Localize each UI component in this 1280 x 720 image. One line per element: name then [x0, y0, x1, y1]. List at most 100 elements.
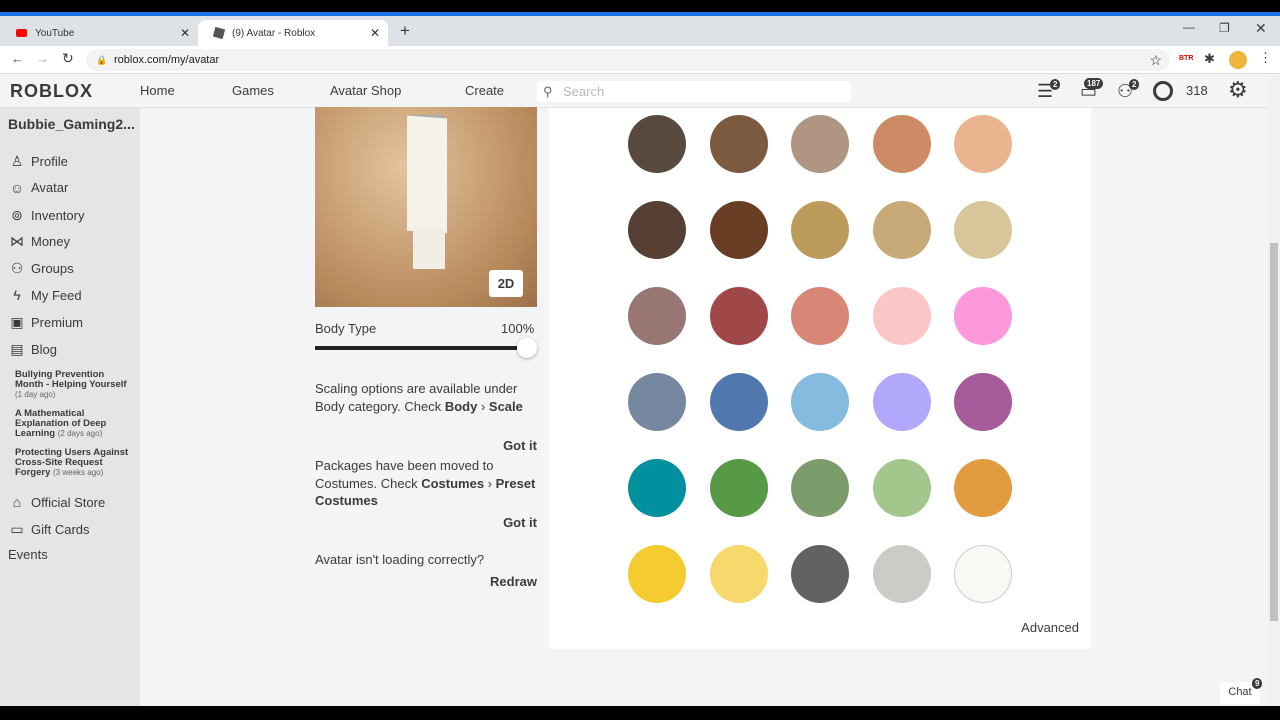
scrollbar-thumb[interactable] — [1270, 243, 1278, 621]
skin-tone-swatch[interactable] — [628, 201, 686, 259]
skin-tone-swatch[interactable] — [791, 373, 849, 431]
scaling-path-scale: Scale — [488, 398, 523, 414]
skin-tone-swatch[interactable] — [954, 115, 1012, 173]
sidebar-item-my-feed[interactable]: ϟ My Feed — [8, 287, 81, 303]
sidebar-item-avatar[interactable]: ☺ Avatar — [8, 180, 69, 196]
skin-tone-swatch[interactable] — [954, 287, 1012, 345]
sidebar: Bubbie_Gaming2... ♙ Profile ☺ Avatar ⊚ Invent… — [0, 108, 140, 720]
skin-tone-swatch[interactable] — [628, 115, 686, 173]
tab-strip: YouTube ✕ (9) Avatar - Roblox ✕ + — ❐ ✕ — [0, 16, 1280, 46]
nav-create[interactable]: Create — [465, 83, 504, 98]
roblox-logo[interactable]: ROBLOX — [10, 81, 93, 102]
search-input[interactable]: ⚲ Search — [537, 81, 851, 102]
star-icon[interactable]: ☆ — [1149, 49, 1162, 71]
advanced-button[interactable]: Advanced — [1021, 620, 1079, 635]
skin-tone-swatch[interactable] — [791, 115, 849, 173]
got-it-button-2[interactable]: Got it — [315, 515, 537, 530]
tab-roblox[interactable]: (9) Avatar - Roblox ✕ — [198, 20, 388, 46]
skin-tone-swatch[interactable] — [954, 545, 1012, 603]
skin-tone-swatch[interactable] — [872, 459, 931, 517]
slider-knob[interactable] — [517, 338, 537, 358]
store-icon: ⌂ — [12, 494, 22, 510]
sidebar-item-money[interactable]: ⋈ Money — [8, 233, 70, 250]
blog-post-age: (2 days ago) — [57, 429, 103, 438]
skin-tone-swatch[interactable] — [872, 545, 931, 603]
new-tab-icon[interactable]: + — [400, 21, 410, 41]
blog-post-link[interactable]: Bullying Prevention Month - Helping Your… — [15, 370, 130, 400]
extensions-icon[interactable]: ✱ — [1204, 51, 1215, 67]
skin-tone-swatch[interactable] — [628, 545, 686, 603]
skin-tone-swatch[interactable] — [791, 201, 849, 259]
sidebar-item-blog[interactable]: ▤ Blog — [8, 341, 57, 358]
avatar-body — [407, 115, 447, 234]
nav-home[interactable]: Home — [140, 83, 175, 98]
skin-tone-swatch[interactable] — [791, 545, 849, 603]
blog-post-link[interactable]: A Mathematical Explanation of Deep Learn… — [15, 409, 130, 439]
skin-tone-swatch[interactable] — [791, 459, 849, 517]
btr-extension[interactable]: BTR — [1179, 55, 1193, 62]
sidebar-item-label: Avatar — [31, 180, 69, 196]
reload-icon[interactable]: ↻ — [62, 50, 74, 67]
blog-post-title: Bullying Prevention Month - Helping Your… — [15, 369, 127, 390]
avatar-legs — [413, 227, 445, 269]
blog-post-age: (3 weeks ago) — [53, 468, 104, 477]
skin-tone-swatch[interactable] — [709, 287, 768, 345]
sidebar-item-inventory[interactable]: ⊚ Inventory — [8, 207, 84, 224]
skin-tone-swatch[interactable] — [628, 373, 686, 431]
sidebar-item-profile[interactable]: ♙ Profile — [8, 153, 68, 170]
settings-gear-icon[interactable]: ⚙ — [1228, 77, 1248, 103]
sidebar-events[interactable]: Events — [8, 547, 48, 562]
skin-tone-swatch[interactable] — [709, 201, 768, 259]
skin-tone-swatch[interactable] — [628, 459, 686, 517]
redraw-button[interactable]: Redraw — [315, 574, 537, 589]
skin-tone-swatch[interactable] — [872, 115, 931, 173]
robux-icon[interactable] — [1153, 81, 1173, 101]
skin-tone-swatch[interactable] — [709, 115, 768, 173]
skin-tone-swatch[interactable] — [872, 287, 931, 345]
feed-icon: ϟ — [13, 287, 21, 303]
sidebar-item-groups[interactable]: ⚇ Groups — [8, 260, 74, 277]
sidebar-item-official-store[interactable]: ⌂ Official Store — [8, 494, 105, 510]
body-type-slider[interactable] — [315, 338, 537, 358]
nav-games[interactable]: Games — [232, 83, 274, 98]
forward-icon[interactable]: → — [36, 51, 49, 66]
sidebar-item-label: Gift Cards — [31, 522, 90, 537]
got-it-button[interactable]: Got it — [315, 438, 537, 453]
robux-balance[interactable]: 318 — [1186, 83, 1208, 98]
friends-badge: 2 — [1129, 79, 1140, 90]
skin-tone-swatch[interactable] — [709, 373, 768, 431]
skin-tone-swatch[interactable] — [709, 459, 768, 517]
skin-tone-swatch[interactable] — [628, 287, 686, 345]
skin-tone-swatch[interactable] — [709, 545, 768, 603]
scrollbar[interactable] — [1268, 75, 1280, 720]
restore-icon[interactable]: ❐ — [1219, 21, 1230, 35]
skin-tone-swatch[interactable] — [954, 201, 1012, 259]
skin-tone-swatch[interactable] — [954, 459, 1012, 517]
toggle-2d-button[interactable]: 2D — [489, 270, 523, 297]
address-bar: ← → ↻ 🔒 roblox.com/my/avatar ☆ BTR ✱ ⋮ — [0, 46, 1280, 74]
menu-icon[interactable]: ⋮ — [1259, 50, 1272, 66]
skin-tone-swatch[interactable] — [954, 373, 1012, 431]
back-icon[interactable]: ← — [11, 51, 24, 66]
avatar-preview[interactable]: 2D — [315, 107, 537, 307]
tab-youtube[interactable]: YouTube ✕ — [0, 20, 198, 46]
window-close-icon[interactable]: ✕ — [1255, 20, 1267, 37]
premium-icon: ▣ — [10, 313, 24, 330]
search-icon: ⚲ — [543, 84, 553, 99]
close-icon[interactable]: ✕ — [180, 26, 190, 40]
blog-post-link[interactable]: Protecting Users Against Cross-Site Requ… — [15, 448, 130, 478]
nav-avatar-shop[interactable]: Avatar Shop — [330, 83, 401, 98]
skin-tone-swatch[interactable] — [872, 201, 931, 259]
url-input[interactable]: 🔒 roblox.com/my/avatar ☆ — [86, 49, 1170, 71]
close-icon[interactable]: ✕ — [370, 26, 380, 40]
profile-avatar[interactable] — [1229, 51, 1247, 69]
minimize-icon[interactable]: — — [1183, 20, 1195, 34]
skin-tone-swatch[interactable] — [791, 287, 849, 345]
username[interactable]: Bubbie_Gaming2... — [8, 116, 135, 132]
chat-badge: 9 — [1252, 678, 1263, 689]
scaling-message: Scaling options are available under Body… — [315, 381, 518, 414]
gift-card-icon: ▭ — [10, 521, 24, 537]
sidebar-item-premium[interactable]: ▣ Premium — [8, 314, 83, 331]
sidebar-item-gift-cards[interactable]: ▭ Gift Cards — [8, 521, 90, 538]
skin-tone-swatch[interactable] — [872, 373, 931, 431]
